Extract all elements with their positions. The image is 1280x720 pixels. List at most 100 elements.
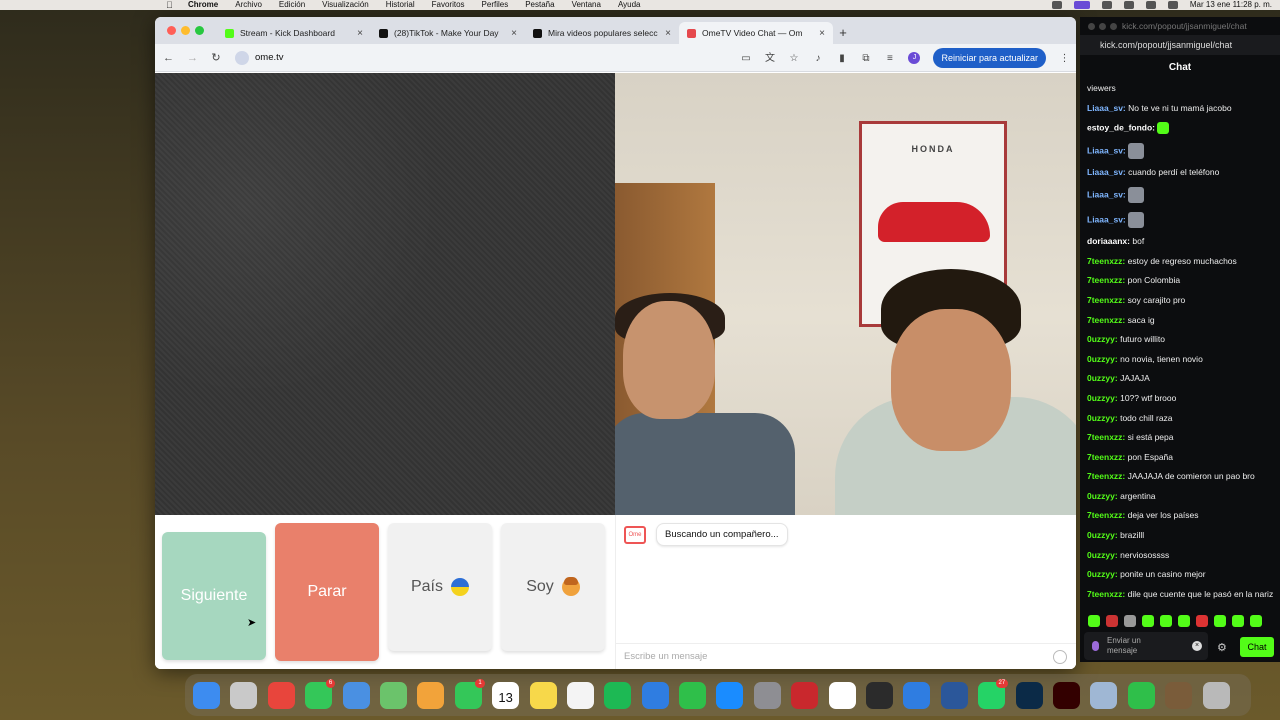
chat-username[interactable]: 7teenxzz: <box>1087 589 1125 599</box>
site-info-icon[interactable] <box>235 50 249 65</box>
bookmark-star-icon[interactable]: ☆ <box>788 53 799 64</box>
emote-icon[interactable] <box>1214 615 1226 627</box>
minimize-window-button[interactable] <box>1099 23 1106 30</box>
emoji-icon[interactable] <box>1053 650 1067 664</box>
emote-icon[interactable] <box>1088 615 1100 627</box>
notes-icon[interactable] <box>529 681 557 709</box>
reload-icon[interactable]: ↻ <box>211 51 221 64</box>
launchpad-icon[interactable] <box>230 681 258 709</box>
status-screen-icon[interactable] <box>1073 1 1090 9</box>
new-tab-icon[interactable]: + <box>833 22 853 44</box>
forward-icon[interactable]: → <box>187 52 198 64</box>
spotify-icon[interactable] <box>604 681 632 709</box>
numbers-icon[interactable] <box>679 681 707 709</box>
country-button[interactable]: País <box>388 523 492 651</box>
calendar-icon[interactable]: 13 <box>492 681 520 709</box>
menu-ventana[interactable]: Ventana <box>572 0 601 10</box>
translate-icon[interactable]: 文 <box>764 53 775 64</box>
chat-username[interactable]: 0uzzyy: <box>1087 354 1118 364</box>
facetime-icon[interactable]: 1 <box>454 678 485 709</box>
chat-username[interactable]: 0uzzyy: <box>1087 413 1118 423</box>
folder-icon[interactable] <box>1165 681 1193 709</box>
status-app-icon[interactable] <box>1051 1 1062 9</box>
freeform-icon[interactable] <box>566 681 594 709</box>
emote-icon[interactable] <box>1106 615 1118 627</box>
chat-username[interactable]: 0uzzyy: <box>1087 393 1118 403</box>
stop-button[interactable]: Parar <box>275 523 379 661</box>
chat-username[interactable]: 0uzzyy: <box>1087 550 1118 560</box>
emote-icon[interactable] <box>1250 615 1262 627</box>
close-tab-icon[interactable]: × <box>665 28 671 39</box>
system-settings-icon[interactable] <box>753 681 781 709</box>
gender-button[interactable]: Soy <box>501 523 605 651</box>
emote-icon[interactable] <box>1178 615 1190 627</box>
close-tab-icon[interactable]: × <box>511 28 517 39</box>
preview-icon[interactable] <box>1090 681 1118 709</box>
menu-archivo[interactable]: Archivo <box>235 0 262 10</box>
close-tab-icon[interactable]: × <box>357 28 363 39</box>
cast-icon[interactable]: ▭ <box>740 53 751 64</box>
emote-icon[interactable] <box>1124 615 1136 627</box>
photoshop-icon[interactable] <box>1015 681 1043 709</box>
app-green-icon[interactable] <box>1127 681 1155 709</box>
profile-avatar[interactable]: J <box>908 52 921 64</box>
update-button[interactable]: Reiniciar para actualizar <box>933 48 1046 68</box>
chat-username[interactable]: estoy_de_fondo: <box>1087 122 1155 132</box>
chat-username[interactable]: Liaaa_sv: <box>1087 214 1126 224</box>
obs-icon[interactable] <box>866 681 894 709</box>
chat-username[interactable]: 7teenxzz: <box>1087 275 1125 285</box>
chat-username[interactable]: 0uzzyy: <box>1087 491 1118 501</box>
messages-icon[interactable]: 6 <box>305 678 336 709</box>
emote-icon[interactable] <box>1160 615 1172 627</box>
close-window-button[interactable] <box>167 26 176 35</box>
illustrator-icon[interactable] <box>1052 681 1080 709</box>
extensions-puzzle-icon[interactable]: ⧉ <box>860 53 871 64</box>
send-chat-button[interactable]: Chat <box>1240 637 1274 657</box>
tab-kick-dashboard[interactable]: Stream - Kick Dashboard × <box>217 22 371 44</box>
back-icon[interactable]: ← <box>163 52 174 64</box>
chat-username[interactable]: Liaaa_sv: <box>1087 189 1126 199</box>
whatsapp-icon[interactable]: 27 <box>978 678 1009 709</box>
chat-username[interactable]: 7teenxzz: <box>1087 471 1125 481</box>
tab-tiktok-videos[interactable]: Mira videos populares selecc × <box>525 22 679 44</box>
address-bar[interactable]: ome.tv <box>235 50 284 65</box>
menu-dots-icon[interactable]: ⋮ <box>1059 53 1070 64</box>
wifi-icon[interactable] <box>1123 1 1134 9</box>
chat-username[interactable]: 0uzzyy: <box>1087 334 1118 344</box>
close-window-button[interactable] <box>1088 23 1095 30</box>
chat-username[interactable]: 7teenxzz: <box>1087 256 1125 266</box>
menu-pestana[interactable]: Pestaña <box>525 0 554 10</box>
menu-edicion[interactable]: Edición <box>279 0 305 10</box>
tab-ometv[interactable]: OmeTV Video Chat — Om × <box>679 22 833 44</box>
chat-username[interactable]: 7teenxzz: <box>1087 432 1125 442</box>
chat-username[interactable]: Liaaa_sv: <box>1087 167 1126 177</box>
chat-username[interactable]: 7teenxzz: <box>1087 510 1125 520</box>
zoom-window-button[interactable] <box>1110 23 1117 30</box>
chat-username[interactable]: 0uzzyy: <box>1087 373 1118 383</box>
tab-tiktok[interactable]: (28)TikTok - Make Your Day × <box>371 22 525 44</box>
settings-gear-icon[interactable]: ⚙ <box>1217 641 1227 654</box>
app-blue-icon[interactable] <box>903 681 931 709</box>
mic-icon[interactable] <box>1092 641 1099 651</box>
zoom-window-button[interactable] <box>195 26 204 35</box>
menu-app-name[interactable]: Chrome <box>188 0 218 10</box>
chat-username[interactable]: 7teenxzz: <box>1087 295 1125 305</box>
status-control-icon[interactable] <box>1101 1 1112 9</box>
close-tab-icon[interactable]: × <box>819 28 825 39</box>
url-text[interactable]: ome.tv <box>255 52 284 63</box>
menu-favoritos[interactable]: Favoritos <box>432 0 465 10</box>
finder-icon[interactable] <box>193 681 220 709</box>
menu-perfiles[interactable]: Perfiles <box>482 0 509 10</box>
app-feather-icon[interactable] <box>828 681 856 709</box>
chat-username[interactable]: Liaaa_sv: <box>1087 103 1126 113</box>
word-icon[interactable] <box>940 681 968 709</box>
chrome-icon[interactable] <box>267 681 295 709</box>
search-icon[interactable] <box>1145 1 1156 9</box>
chat-username[interactable]: 7teenxzz: <box>1087 315 1125 325</box>
menubar-clock[interactable]: Mar 13 ene 11:28 p. m. <box>1190 0 1272 10</box>
maps-icon[interactable] <box>379 681 407 709</box>
apple-icon[interactable]:  <box>166 0 173 10</box>
emote-icon[interactable] <box>1196 615 1208 627</box>
control-center-icon[interactable] <box>1167 1 1178 9</box>
extension-icon[interactable]: ▮ <box>836 53 847 64</box>
